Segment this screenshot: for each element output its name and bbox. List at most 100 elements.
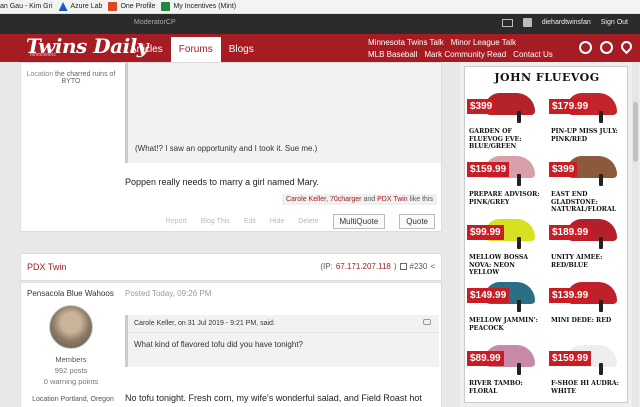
hide-link[interactable]: Hide <box>270 218 284 225</box>
product-name: River Tambo: Floral <box>469 380 523 395</box>
user-icon[interactable] <box>522 18 532 27</box>
ad-product-grid: $399 Garden of Fluevog Eve: Blue/Green $17… <box>465 87 627 402</box>
product-name: Unity Aimee: Red/Blue <box>551 254 603 269</box>
ip-address-link[interactable]: 67.171.207.118 <box>336 262 391 271</box>
post-timestamp: Posted Today, 09:26 PM <box>125 289 212 298</box>
ad-sidebar: JOHN FLUEVOG $399 Garden of Fluevog Eve: … <box>460 62 640 407</box>
product-price: $89.99 <box>467 351 504 366</box>
product-price: $399 <box>549 162 578 177</box>
bookmarks-bar: an Gau - Kim Gri Azure Lab One Profile M… <box>0 0 640 14</box>
like-user-70charger[interactable]: 70charger <box>330 196 362 203</box>
location-pin-icon[interactable] <box>618 38 635 55</box>
post-body: Poppen really needs to marry a girl name… <box>125 177 319 187</box>
post-actions: Report Blog This Edit Hide Delete MultiQ… <box>166 214 435 229</box>
nav-articles[interactable]: Articles <box>122 37 171 62</box>
nav-forums[interactable]: Forums <box>170 37 221 62</box>
post-author-link[interactable]: PDX Twin <box>27 262 66 272</box>
post-body: No tofu tonight. Fresh corn, my wife's w… <box>125 393 422 403</box>
moderator-cp-link[interactable]: ModeratorCP <box>134 19 176 26</box>
link-mark-community-read[interactable]: Mark Community Read <box>424 49 506 61</box>
likes-bar: Carole Keller, 70charger and PDX Twin li… <box>281 194 437 205</box>
link-minnesota-twins-talk[interactable]: Minnesota Twins Talk <box>368 37 444 49</box>
site-header: Twins Daily mnmcentric Articles Forums B… <box>0 34 640 62</box>
ad-product[interactable]: $139.99 Mini Dede: Red <box>547 276 627 339</box>
author-location: Location the charred ruins of BYTO <box>26 71 116 85</box>
ad-product[interactable]: $189.99 Unity Aimee: Red/Blue <box>547 213 627 276</box>
bookmark-one-profile[interactable]: One Profile <box>108 2 155 11</box>
like-user-pdx-twin[interactable]: PDX Twin <box>377 196 408 203</box>
scrollbar[interactable] <box>632 62 639 407</box>
report-link[interactable]: Report <box>166 218 187 225</box>
azure-icon <box>58 2 68 11</box>
product-price: $179.99 <box>549 99 592 114</box>
product-name: East End Gladstone: Natural/Floral <box>551 191 617 213</box>
delete-link[interactable]: Delete <box>298 218 318 225</box>
product-price: $159.99 <box>467 162 510 177</box>
sign-out-link[interactable]: Sign Out <box>601 19 628 26</box>
mail-icon[interactable] <box>501 18 513 27</box>
ad-product[interactable]: $179.99 Pin-Up Miss July: Pink/Red <box>547 87 627 150</box>
product-price: $159.99 <box>549 351 592 366</box>
user-bar: ModeratorCP diehardtwinsfan Sign Out <box>0 14 640 34</box>
edit-link[interactable]: Edit <box>244 218 256 225</box>
search-icon[interactable] <box>579 41 592 54</box>
quote-button[interactable]: Quote <box>399 214 435 229</box>
ad-brand: JOHN FLUEVOG <box>494 71 600 84</box>
product-name: Garden of Fluevog Eve: Blue/Green <box>469 128 522 150</box>
ad-product[interactable]: $149.99 Mellow Jammin': Peacock <box>465 276 547 339</box>
ad-product[interactable]: $89.99 River Tambo: Floral <box>465 339 547 402</box>
blog-this-link[interactable]: Blog This <box>201 218 230 225</box>
fluevog-ad[interactable]: JOHN FLUEVOG $399 Garden of Fluevog Eve: … <box>464 66 628 403</box>
bookmark-my-incentives[interactable]: My Incentives (Mint) <box>161 2 236 11</box>
bookmark-azure-lab[interactable]: Azure Lab <box>58 2 102 11</box>
forum-content: Location the charred ruins of BYTO (What… <box>0 62 460 407</box>
quick-links: Minnesota Twins Talk Minor League Talk M… <box>368 37 553 61</box>
author-stats: Members 992 posts 0 warning points <box>21 354 121 387</box>
forum-post: Pensacola Blue Wahoos Members 992 posts … <box>20 282 442 407</box>
quote-text: (What!? I saw an opportunity and I took … <box>135 144 318 153</box>
office-icon <box>108 2 118 11</box>
like-user-carole[interactable]: Carole Keller <box>286 196 326 203</box>
product-price: $189.99 <box>549 225 592 240</box>
product-name: Mellow Bossa Nova: Neon Yellow <box>469 254 529 276</box>
ad-product[interactable]: $399 Garden of Fluevog Eve: Blue/Green <box>465 87 547 150</box>
green-icon <box>161 2 171 11</box>
link-mlb-baseball[interactable]: MLB Baseball <box>368 49 417 61</box>
username-link[interactable]: diehardtwinsfan <box>542 19 591 26</box>
author-location: Location Portland, Oregon <box>32 396 114 403</box>
link-minor-league-talk[interactable]: Minor League Talk <box>451 37 516 49</box>
post-number-link[interactable]: #230 <box>410 262 428 271</box>
share-icon[interactable]: < <box>430 262 435 271</box>
multiquote-button[interactable]: MultiQuote <box>332 214 386 229</box>
avatar[interactable] <box>49 305 93 349</box>
ad-product[interactable]: $399 East End Gladstone: Natural/Floral <box>547 150 627 213</box>
logo-subtext: mnmcentric <box>30 52 56 58</box>
ad-product[interactable]: $99.99 Mellow Bossa Nova: Neon Yellow <box>465 213 547 276</box>
forum-post: Location the charred ruins of BYTO (What… <box>20 62 442 232</box>
product-price: $149.99 <box>467 288 510 303</box>
product-name: Prepare Advisor: Pink/Grey <box>469 191 540 206</box>
scrollbar-thumb[interactable] <box>633 102 638 162</box>
bookmark-kim-gri[interactable]: an Gau - Kim Gri <box>0 3 53 10</box>
author-role: Members <box>55 355 87 364</box>
gear-icon[interactable] <box>600 41 613 54</box>
quote-block: (What!? I saw an opportunity and I took … <box>125 63 441 163</box>
nav-blogs[interactable]: Blogs <box>221 37 262 62</box>
quote-text: What kind of flavored tofu did you have … <box>134 340 303 349</box>
author-team: Pensacola Blue Wahoos <box>27 289 114 298</box>
view-quoted-post-icon[interactable] <box>423 319 431 325</box>
quote-block: Carole Keller, on 31 Jul 2019 - 9:21 PM,… <box>125 315 439 367</box>
post-header: PDX Twin (IP: 67.171.207.118) #230 < <box>20 253 442 281</box>
link-contact-us[interactable]: Contact Us <box>513 49 553 61</box>
post-meta: (IP: 67.171.207.118) #230 < <box>320 262 435 271</box>
ad-product[interactable]: $159.99 Prepare Advisor: Pink/Grey <box>465 150 547 213</box>
author-post-count: 992 posts <box>54 366 88 375</box>
main-nav: Articles Forums Blogs <box>122 37 262 62</box>
post-author-panel: Location the charred ruins of BYTO <box>21 63 121 233</box>
product-name: Mini Dede: Red <box>551 317 612 324</box>
select-post-checkbox[interactable] <box>399 263 407 270</box>
quote-citation: Carole Keller, on 31 Jul 2019 - 9:21 PM,… <box>128 315 439 333</box>
product-name: Mellow Jammin': Peacock <box>469 317 538 332</box>
product-price: $399 <box>467 99 496 114</box>
ad-product[interactable]: $159.99 F-Shoe Hi Audra: White <box>547 339 627 402</box>
